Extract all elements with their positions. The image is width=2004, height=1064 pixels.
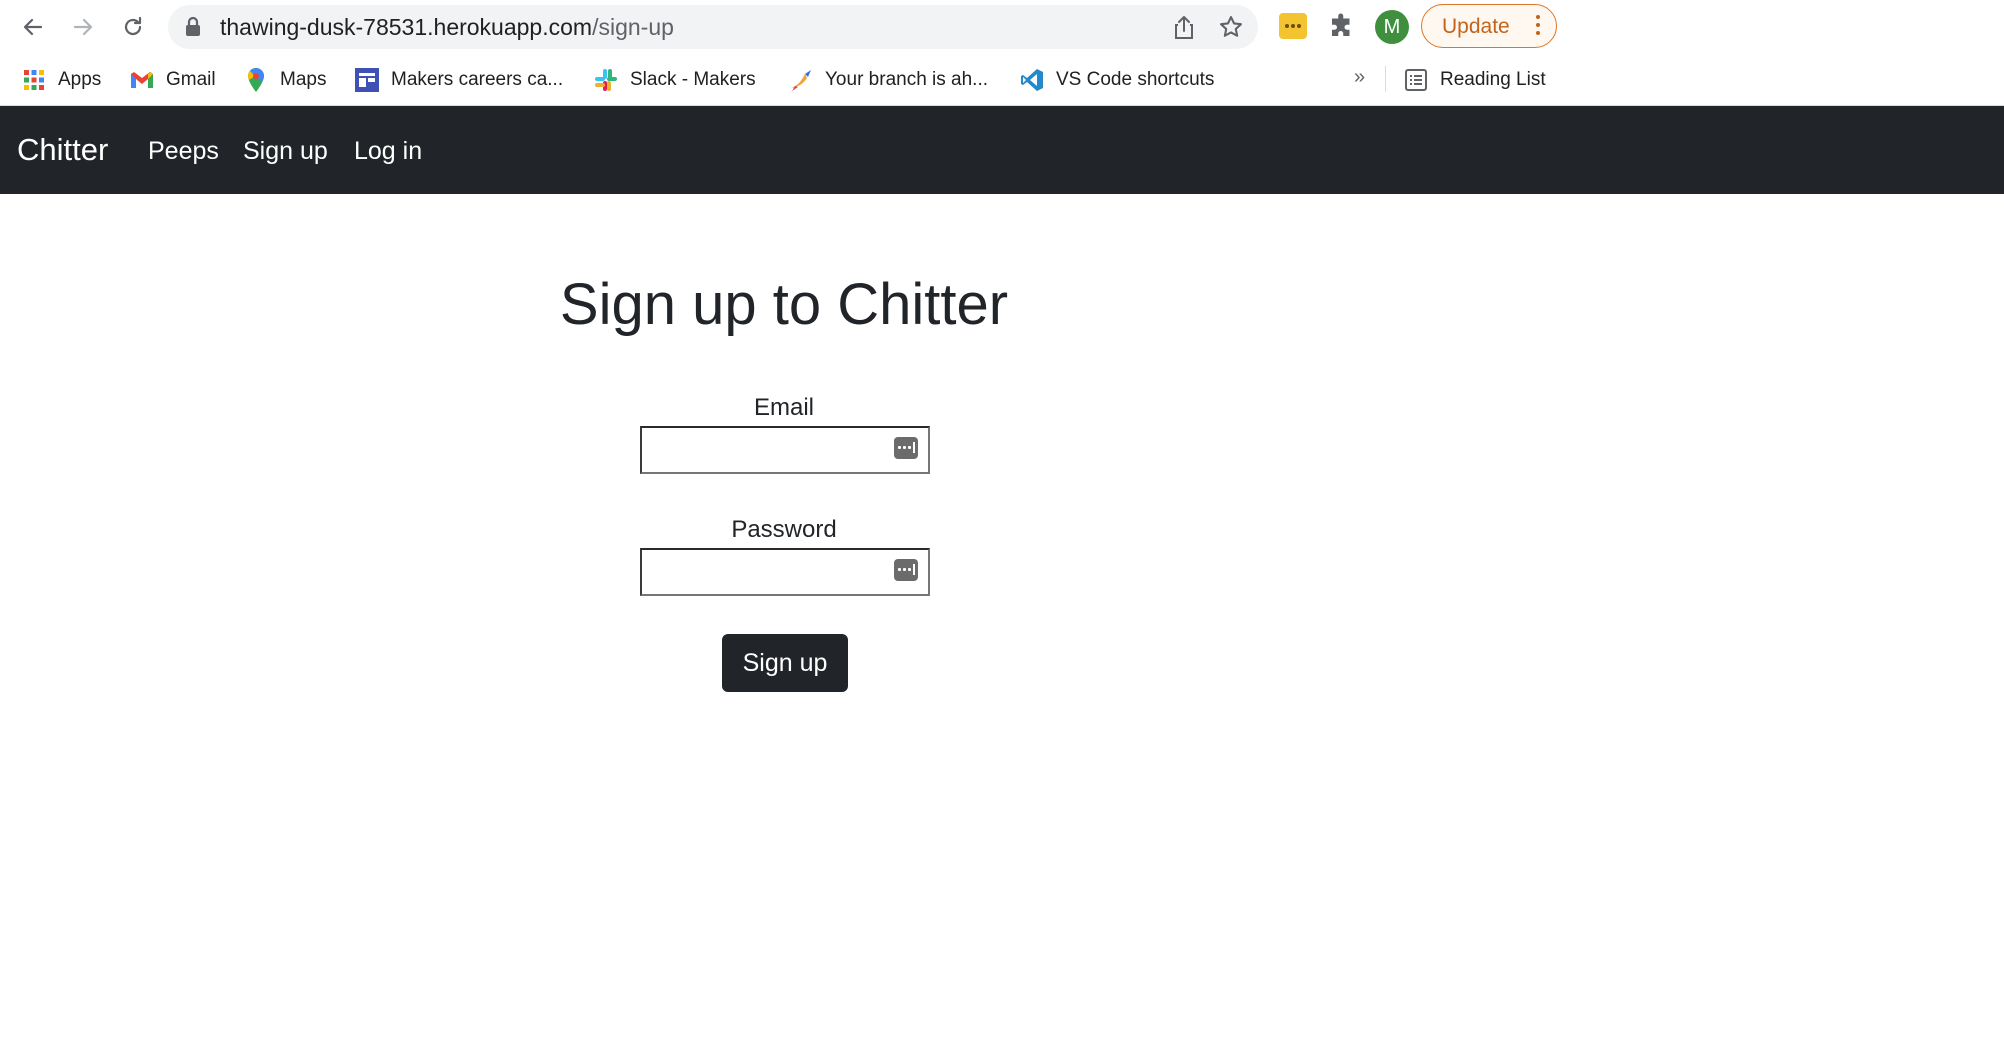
bookmark-makers-careers[interactable]: Makers careers ca... — [355, 66, 563, 94]
bookmark-label: Gmail — [166, 69, 216, 90]
gmail-icon — [130, 68, 154, 92]
profile-avatar[interactable]: M — [1375, 10, 1409, 44]
forward-arrow-icon — [73, 18, 93, 36]
slack-icon — [594, 68, 618, 92]
reading-list-button[interactable]: Reading List — [1404, 66, 1546, 94]
password-autofill-icon[interactable] — [894, 437, 918, 459]
email-field[interactable] — [640, 426, 930, 474]
vscode-icon — [1020, 68, 1044, 92]
password-label: Password — [731, 516, 837, 543]
reading-list-label: Reading List — [1440, 69, 1546, 90]
address-bar[interactable]: thawing-dusk-78531.herokuapp.com/sign-up — [168, 5, 1258, 49]
bookmark-label: VS Code shortcuts — [1056, 69, 1215, 90]
bird-icon — [789, 68, 813, 92]
bookmark-label: Slack - Makers — [630, 69, 756, 90]
nav-link-peeps[interactable]: Peeps — [148, 136, 219, 166]
password-field[interactable] — [640, 548, 930, 596]
lock-icon — [184, 16, 202, 43]
reload-icon — [124, 16, 142, 36]
makers-board-icon — [355, 68, 379, 92]
url-text[interactable]: thawing-dusk-78531.herokuapp.com/sign-up — [220, 15, 674, 39]
forward-button[interactable] — [65, 9, 101, 45]
browser-toolbar: thawing-dusk-78531.herokuapp.com/sign-up… — [0, 0, 2004, 54]
bookmark-label: Apps — [58, 69, 102, 90]
nav-link-log-in[interactable]: Log in — [354, 136, 422, 166]
bookmark-label: Your branch is ah... — [825, 69, 989, 90]
back-arrow-icon — [23, 18, 43, 36]
bookmark-label: Maps — [280, 69, 327, 90]
reading-list-icon — [1404, 68, 1428, 92]
email-label: Email — [753, 394, 814, 421]
bookmark-star-icon[interactable] — [1218, 14, 1244, 45]
bookmark-apps[interactable]: Apps — [22, 66, 101, 94]
share-icon[interactable] — [1172, 14, 1196, 45]
site-navbar: Chitter Peeps Sign up Log in — [0, 106, 2004, 194]
more-bookmarks-chevron-icon[interactable]: » — [1354, 66, 1365, 89]
back-button[interactable] — [15, 9, 51, 45]
reload-button[interactable] — [115, 9, 151, 45]
bookmark-maps[interactable]: Maps — [244, 66, 326, 94]
extensions-puzzle-icon[interactable] — [1327, 11, 1357, 46]
apps-grid-icon — [22, 68, 46, 92]
password-autofill-icon[interactable] — [894, 559, 918, 581]
bookmark-your-branch[interactable]: Your branch is ah... — [789, 66, 988, 94]
nav-link-sign-up[interactable]: Sign up — [243, 136, 328, 166]
kebab-menu-icon — [1536, 15, 1540, 39]
bookmark-label: Makers careers ca... — [391, 69, 564, 90]
update-label: Update — [1442, 15, 1510, 38]
password-manager-extension-icon[interactable] — [1279, 13, 1307, 39]
url-path: /sign-up — [592, 14, 674, 40]
bookmark-gmail[interactable]: Gmail — [130, 66, 216, 94]
sign-up-submit-button[interactable]: Sign up — [722, 634, 848, 692]
update-button[interactable]: Update — [1421, 4, 1557, 48]
bookmarks-divider — [1385, 66, 1386, 92]
url-host: thawing-dusk-78531.herokuapp.com — [220, 14, 593, 40]
brand-logo[interactable]: Chitter — [17, 132, 108, 168]
bookmark-slack[interactable]: Slack - Makers — [594, 66, 756, 94]
page-title: Sign up to Chitter — [559, 272, 1009, 337]
bookmarks-bar: Apps Gmail Maps Makers careers ca... Sla… — [0, 54, 2004, 106]
maps-pin-icon — [244, 68, 268, 92]
bookmark-vscode[interactable]: VS Code shortcuts — [1020, 66, 1214, 94]
